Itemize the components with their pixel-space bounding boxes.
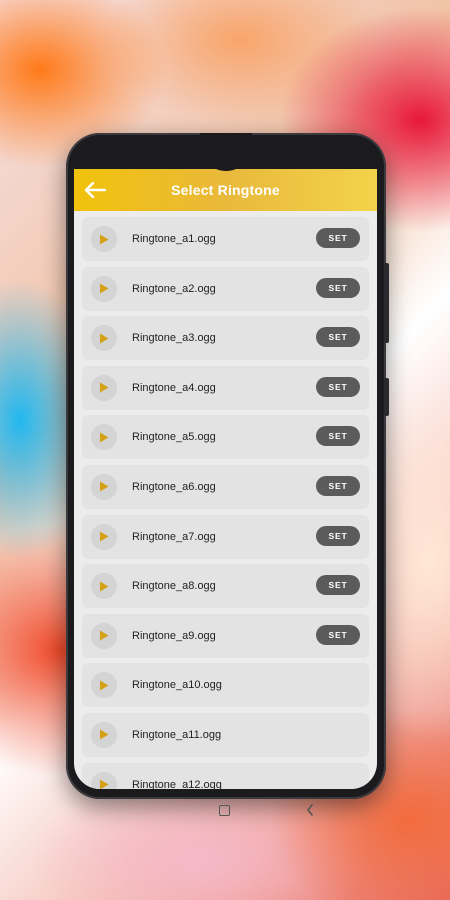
app-screen: Select Ringtone Ringtone_a1.ogg SET Ringto… xyxy=(74,169,377,789)
ringtone-name: Ringtone_a1.ogg xyxy=(132,233,216,245)
play-button[interactable] xyxy=(91,226,117,252)
chevron-left-icon[interactable] xyxy=(305,803,315,817)
arrow-left-icon xyxy=(84,182,106,198)
set-ringtone-button[interactable]: SET xyxy=(316,525,360,546)
play-button[interactable] xyxy=(91,721,117,748)
ringtone-row[interactable]: Ringtone_a1.ogg SET xyxy=(82,217,369,261)
camera-notch xyxy=(200,133,252,171)
play-button[interactable] xyxy=(91,325,117,352)
play-button[interactable] xyxy=(91,523,117,550)
ringtone-name: Ringtone_a5.ogg xyxy=(132,431,216,444)
set-ringtone-button[interactable]: SET xyxy=(316,575,360,596)
play-icon xyxy=(100,779,109,789)
play-icon xyxy=(100,333,109,344)
home-square-icon[interactable] xyxy=(219,805,230,816)
set-ringtone-button[interactable]: SET xyxy=(316,475,360,496)
app-header: Select Ringtone xyxy=(74,169,377,211)
play-icon xyxy=(100,382,109,393)
ringtone-name: Ringtone_a9.ogg xyxy=(132,629,216,642)
ringtone-row[interactable]: Ringtone_a9.ogg SET xyxy=(82,613,369,658)
play-button[interactable] xyxy=(91,672,117,699)
play-icon xyxy=(100,630,109,641)
play-icon xyxy=(100,432,109,443)
set-ringtone-button[interactable]: SET xyxy=(316,624,360,645)
ringtone-row[interactable]: Ringtone_a4.ogg SET xyxy=(82,365,369,410)
set-ringtone-button[interactable]: SET xyxy=(316,376,360,397)
ringtone-name: Ringtone_a7.ogg xyxy=(132,530,216,543)
ringtone-name: Ringtone_a8.ogg xyxy=(132,580,216,593)
play-button[interactable] xyxy=(91,771,117,789)
ringtone-row[interactable]: Ringtone_a3.ogg SET xyxy=(82,316,369,361)
play-button[interactable] xyxy=(91,424,117,451)
ringtone-list: Ringtone_a1.ogg SET Ringtone_a2.ogg SET Ring… xyxy=(74,211,377,789)
back-button[interactable] xyxy=(82,177,108,203)
play-button[interactable] xyxy=(91,374,117,401)
ringtone-row[interactable]: Ringtone_a12.ogg xyxy=(82,762,369,789)
phone-frame: Select Ringtone Ringtone_a1.ogg SET Ringto… xyxy=(66,133,389,799)
set-ringtone-button[interactable]: SET xyxy=(316,327,360,348)
system-nav-bar xyxy=(0,800,450,824)
ringtone-row[interactable]: Ringtone_a8.ogg SET xyxy=(82,564,369,609)
ringtone-row[interactable]: Ringtone_a5.ogg SET xyxy=(82,415,369,460)
play-button[interactable] xyxy=(91,622,117,649)
page-title: Select Ringtone xyxy=(171,182,280,198)
play-button[interactable] xyxy=(91,473,117,500)
play-icon xyxy=(100,234,109,244)
ringtone-row[interactable]: Ringtone_a7.ogg SET xyxy=(82,514,369,559)
ringtone-name: Ringtone_a2.ogg xyxy=(132,282,216,295)
ringtone-name: Ringtone_a10.ogg xyxy=(132,679,222,692)
play-icon xyxy=(100,729,109,740)
ringtone-row[interactable]: Ringtone_a2.ogg SET xyxy=(82,266,369,311)
ringtone-name: Ringtone_a3.ogg xyxy=(132,332,216,345)
set-ringtone-button[interactable]: SET xyxy=(316,277,360,298)
ringtone-row[interactable]: Ringtone_a6.ogg SET xyxy=(82,464,369,509)
ringtone-row[interactable]: Ringtone_a10.ogg xyxy=(82,663,369,708)
ringtone-name: Ringtone_a12.ogg xyxy=(132,778,222,789)
ringtone-name: Ringtone_a11.ogg xyxy=(132,728,222,741)
power-button xyxy=(384,378,389,416)
play-icon xyxy=(100,481,109,492)
set-ringtone-button[interactable]: SET xyxy=(316,228,360,248)
set-ringtone-button[interactable]: SET xyxy=(316,426,360,447)
play-icon xyxy=(100,680,109,691)
ringtone-name: Ringtone_a6.ogg xyxy=(132,480,216,493)
volume-button xyxy=(384,263,389,343)
ringtone-row[interactable]: Ringtone_a11.ogg xyxy=(82,712,369,757)
play-icon xyxy=(100,581,109,592)
play-icon xyxy=(100,531,109,542)
play-button[interactable] xyxy=(91,573,117,600)
play-icon xyxy=(100,283,109,294)
play-button[interactable] xyxy=(91,275,117,302)
ringtone-name: Ringtone_a4.ogg xyxy=(132,381,216,394)
